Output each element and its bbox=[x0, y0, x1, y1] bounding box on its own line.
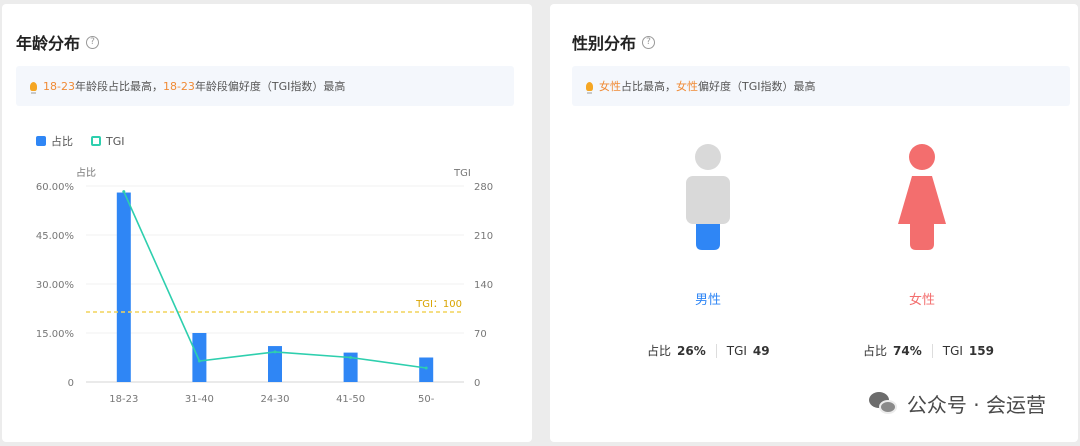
stats-divider bbox=[931, 343, 933, 358]
y2-tick-label: 0 bbox=[474, 378, 480, 389]
legend-label-tgi: TGI bbox=[106, 134, 125, 148]
age-chart: 0 0 15.00% 70 30.00% 140 45.00% 210 60.00% 280 占比 T… bbox=[36, 166, 493, 405]
watermark: 公众号 · 会运营 bbox=[868, 389, 1046, 418]
stats-divider bbox=[715, 343, 717, 358]
tgi-line bbox=[123, 191, 427, 369]
tip-text-1: 年龄段占比最高， bbox=[74, 80, 163, 93]
help-icon[interactable]: ? bbox=[86, 35, 100, 49]
age-distribution-panel: 年龄分布 ? 18-23 年龄段占比最高， 18-23 年龄段偏好度（TGI指数… bbox=[2, 4, 532, 442]
tgi-point-50- bbox=[424, 366, 428, 370]
tip-highlight-1: 女性 bbox=[599, 80, 621, 93]
male-label: 男性 bbox=[694, 293, 721, 308]
tip-text-2: 年龄段偏好度（TGI指数）最高 bbox=[194, 80, 346, 93]
y2-tick-label: 140 bbox=[474, 280, 493, 291]
tip-highlight-2: 女性 bbox=[676, 80, 698, 93]
male-stats: 占比 26% TGI 49 bbox=[647, 342, 770, 359]
male-share-value: 26% bbox=[677, 343, 706, 358]
x-tick-label: 31-40 bbox=[185, 394, 214, 405]
gender-insight-bar: 女性 占比最高， 女性 偏好度（TGI指数）最高 bbox=[572, 66, 1070, 106]
wechat-icon bbox=[868, 391, 899, 416]
tgi-point-31-40 bbox=[197, 359, 201, 363]
age-insight-bar: 18-23 年龄段占比最高， 18-23 年龄段偏好度（TGI指数）最高 bbox=[16, 66, 514, 106]
y2-tick-label: 70 bbox=[474, 329, 487, 340]
x-tick-label: 24-30 bbox=[260, 394, 289, 405]
tip-text-1: 占比最高， bbox=[621, 80, 676, 93]
bar-18-23 bbox=[116, 192, 131, 382]
female-stats: 占比 74% TGI 159 bbox=[863, 342, 994, 359]
male-tgi-label: TGI bbox=[726, 343, 747, 358]
lightbulb-icon bbox=[30, 81, 37, 94]
age-panel-title: 年龄分布 ? bbox=[16, 30, 100, 54]
legend-swatch-share bbox=[36, 136, 46, 146]
y-axis-title: 占比 bbox=[76, 166, 96, 179]
tgi-point-18-23 bbox=[122, 190, 126, 194]
legend-label-share: 占比 bbox=[51, 135, 73, 148]
tgi-reference-label: TGI：100 bbox=[415, 299, 462, 310]
lightbulb-icon bbox=[586, 81, 593, 94]
bar-31-40 bbox=[192, 333, 207, 382]
y2-axis-title: TGI bbox=[453, 168, 471, 179]
y-tick-label: 0 bbox=[68, 378, 74, 389]
y-tick-label: 60.00% bbox=[36, 182, 74, 193]
y2-tick-label: 280 bbox=[474, 182, 493, 193]
male-figure-icon bbox=[686, 144, 730, 250]
y-tick-label: 15.00% bbox=[36, 329, 74, 340]
legend-swatch-tgi bbox=[91, 136, 101, 146]
female-tgi-label: TGI bbox=[942, 343, 963, 358]
legend-item-tgi[interactable]: TGI bbox=[91, 133, 125, 149]
x-tick-label: 41-50 bbox=[336, 394, 365, 405]
gender-title-text: 性别分布 bbox=[572, 34, 637, 53]
gender-distribution-panel: 性别分布 ? 女性 占比最高， 女性 偏好度（TGI指数）最高 男性 女性 占比… bbox=[550, 4, 1078, 442]
male-share-label: 占比 bbox=[647, 344, 672, 358]
tip-highlight-1: 18-23 bbox=[43, 79, 75, 93]
bar-50- bbox=[419, 357, 434, 382]
y-tick-label: 30.00% bbox=[36, 280, 74, 291]
female-label: 女性 bbox=[908, 293, 935, 308]
tgi-point-24-30 bbox=[273, 350, 277, 354]
watermark-text: 公众号 · 会运营 bbox=[906, 393, 1046, 417]
legend-item-share[interactable]: 占比 bbox=[36, 133, 73, 149]
y-tick-label: 45.00% bbox=[36, 231, 74, 242]
chart-legend: 占比 TGI bbox=[36, 133, 125, 149]
female-figure-icon bbox=[898, 144, 946, 250]
x-tick-label: 50- bbox=[418, 394, 435, 405]
tgi-point-41-50 bbox=[349, 356, 353, 359]
tip-text-2: 偏好度（TGI指数）最高 bbox=[698, 80, 816, 93]
female-share-value: 74% bbox=[893, 343, 922, 358]
tip-highlight-2: 18-23 bbox=[162, 79, 195, 93]
x-tick-label: 18-23 bbox=[109, 394, 138, 405]
female-share-label: 占比 bbox=[863, 344, 888, 358]
male-tgi-value: 49 bbox=[752, 343, 770, 358]
gender-panel-title: 性别分布 ? bbox=[572, 30, 656, 54]
age-title-text: 年龄分布 bbox=[16, 34, 81, 53]
y2-tick-label: 210 bbox=[474, 231, 493, 242]
female-tgi-value: 159 bbox=[968, 343, 994, 358]
help-icon[interactable]: ? bbox=[642, 35, 656, 49]
